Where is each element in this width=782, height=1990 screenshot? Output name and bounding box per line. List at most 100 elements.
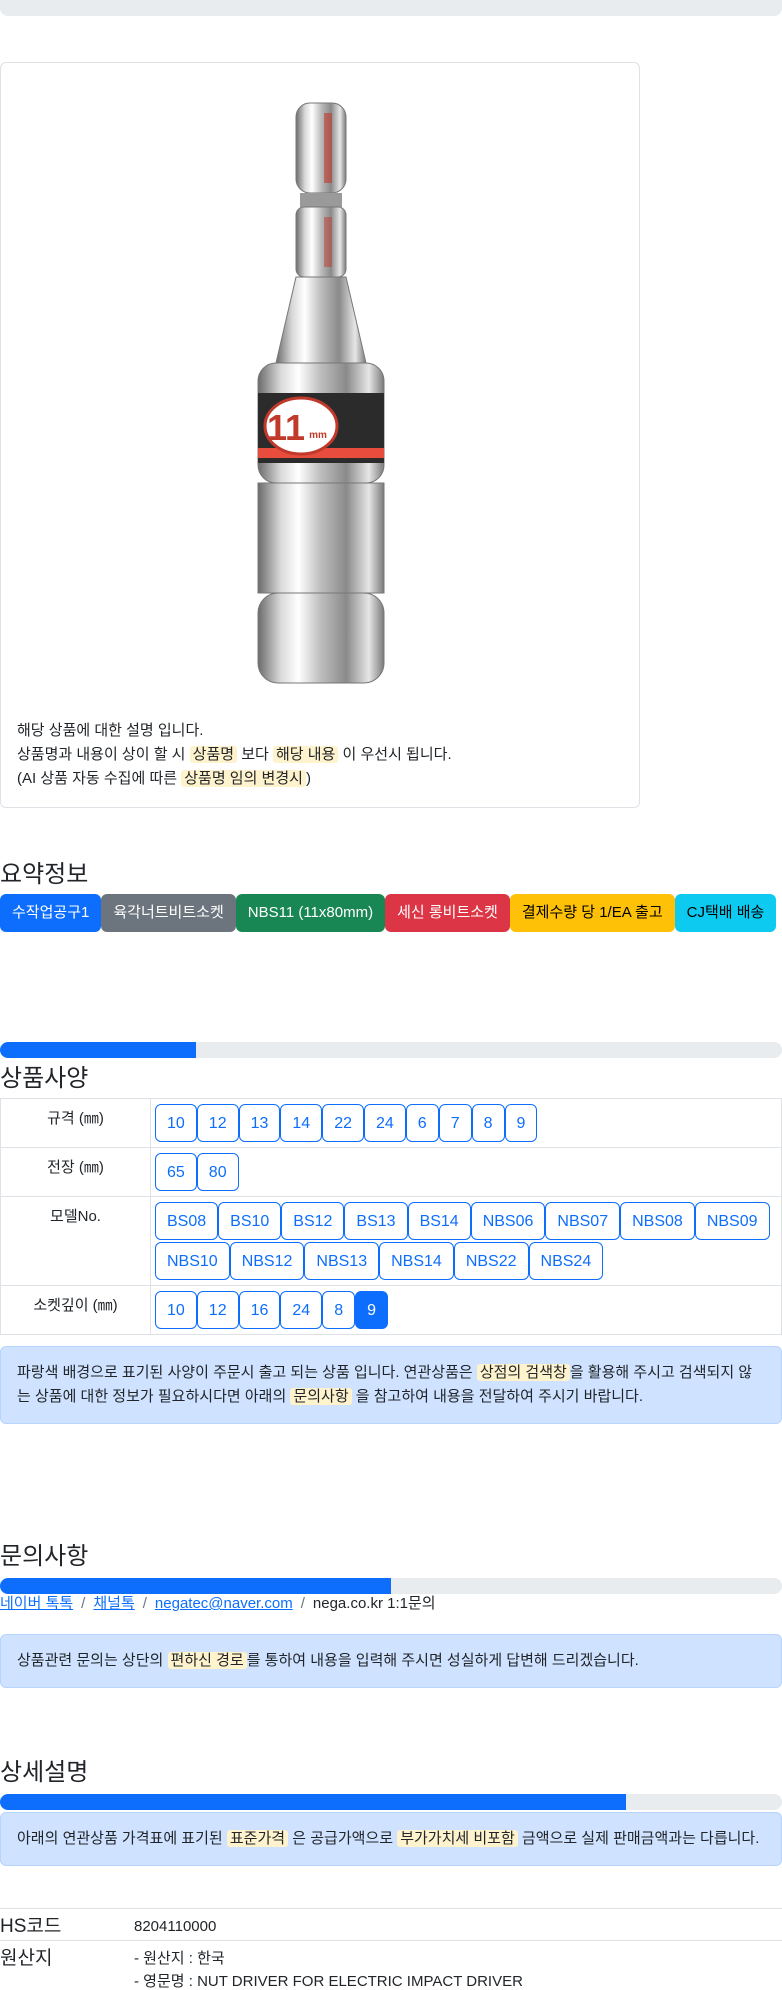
spec-option-chip[interactable]: 10 [155,1291,197,1329]
spec-progress-fill [0,1042,196,1058]
hs-code-value: 8204110000 [134,1918,217,1935]
desc-text: (AI 상품 자동 수집에 따른 [17,770,182,787]
spec-option-chip[interactable]: BS14 [407,1202,471,1240]
spec-option-chip[interactable]: 8 [471,1104,505,1142]
spec-notice: 파랑색 배경으로 표기된 사양이 주문시 출고 되는 상품 입니다. 연관상품은… [0,1346,782,1424]
badge-shipping: CJ택배 배송 [674,894,777,932]
desc-text: 이 우선시 됩니다. [338,746,452,763]
origin-line-2: - 영문명 : NUT DRIVER FOR ELECTRIC IMPACT D… [134,1973,523,1990]
summary-title: 요약정보 [0,861,89,888]
origin-line-1: - 원산지 : 한국 [134,1950,225,1967]
notice-text: 상품관련 문의는 상단의 [17,1652,168,1669]
description-line-2: 상품명과 내용이 상이 할 시 상품명 보다 해당 내용 이 우선시 됩니다. [17,743,452,767]
spec-option-chip[interactable]: NBS07 [545,1202,621,1240]
hs-code-row: HS코드 8204110000 [0,1908,782,1940]
highlight-name-change: 상품명 임의 변경시 [181,770,306,787]
link-separator: / [81,1595,86,1612]
desc-text: 상품명과 내용이 상이 할 시 [17,746,190,763]
highlight-product-name: 상품명 [189,746,238,763]
inquiry-title: 문의사항 [0,1543,89,1570]
spec-table-body: 규격 (㎜) 10 12 13 14 22 24 6 7 8 9 전장 (㎜) 65 80 모델No. BS0… [0,1098,782,1335]
detail-progress-bar [0,1794,782,1810]
spec-option-chip[interactable]: NBS22 [453,1242,529,1280]
highlight-inquiry: 문의사항 [290,1388,352,1405]
spec-option-chip[interactable]: 12 [196,1291,239,1329]
spec-option-chip[interactable]: 80 [196,1153,239,1191]
spec-option-chip[interactable]: 65 [155,1153,197,1191]
naver-talktalk-link[interactable]: 네이버 톡톡 [0,1595,73,1612]
notice-text: 을 참고하여 내용을 전달하여 주시기 바랍니다. [351,1388,643,1405]
spec-row: 전장 (㎜) 65 80 [0,1147,782,1197]
hs-code-label: HS코드 [0,1916,62,1937]
badge-model: NBS11 (11x80mm) [235,894,386,932]
spec-title: 상품사양 [0,1065,89,1092]
description-line-3: (AI 상품 자동 수집에 따른 상품명 임의 변경시) [17,767,452,791]
origin-row: 원산지 - 원산지 : 한국 - 영문명 : NUT DRIVER FOR EL… [0,1940,782,1990]
spec-options: 10 12 13 14 22 24 6 7 8 9 [150,1098,782,1148]
description-line-1: 해당 상품에 대한 설명 입니다. [17,722,204,739]
notice-text: 은 공급가액으로 [288,1830,398,1847]
spec-option-chip[interactable]: 9 [355,1291,388,1329]
spec-option-chip[interactable]: BS10 [218,1202,282,1240]
spec-option-chip[interactable]: BS12 [281,1202,345,1240]
spec-option-chip[interactable]: NBS08 [620,1202,695,1240]
badge-quantity: 결제수량 당 1/EA 출고 [509,894,675,932]
inquiry-notice: 상품관련 문의는 상단의 편하신 경로 를 통하여 내용을 입력해 주시면 성실하… [0,1634,782,1688]
link-separator: / [142,1595,147,1612]
site-inquiry-text: nega.co.kr 1:1문의 [312,1595,436,1612]
spec-option-chip[interactable]: BS13 [344,1202,408,1240]
spec-options: BS08 BS10 BS12 BS13 BS14 NBS06 NBS07 NBS08 NBS09… [150,1196,782,1286]
highlight-search: 상점의 검색창 [476,1364,570,1381]
highlight-vat: 부가가치세 비포함 [397,1830,518,1847]
spec-option-chip[interactable]: NBS13 [304,1242,380,1280]
notice-text: 를 통하여 내용을 입력해 주시면 성실하게 답변해 드리겠습니다. [246,1652,639,1669]
spec-option-chip[interactable]: NBS10 [155,1242,230,1280]
detail-title: 상세설명 [0,1759,89,1786]
spec-label: 모델No. [0,1196,151,1286]
spec-option-chip[interactable]: 24 [280,1291,323,1329]
product-card: 11 mm 해당 상품에 대한 설명 입니다. 상품명과 내용이 상이 할 시 … [0,62,640,808]
badge-type: 육각너트비트소켓 [101,894,236,932]
desc-text: 보다 [237,746,273,763]
spec-options: 10 12 16 24 8 9 [150,1285,782,1335]
spec-option-chip[interactable]: NBS14 [379,1242,454,1280]
spec-option-chip[interactable]: NBS09 [694,1202,770,1240]
spec-label: 소켓깊이 (㎜) [0,1285,151,1335]
spec-option-chip[interactable]: 13 [238,1104,281,1142]
notice-text: 아래의 연관상품 가격표에 표기된 [17,1830,227,1847]
desc-text: ) [305,770,311,787]
email-link[interactable]: negatec@naver.com [155,1595,293,1612]
spec-row: 규격 (㎜) 10 12 13 14 22 24 6 7 8 9 [0,1098,782,1148]
spec-label: 규격 (㎜) [0,1098,151,1148]
spec-option-chip[interactable]: 8 [322,1291,356,1329]
spec-option-chip[interactable]: NBS06 [470,1202,546,1240]
spec-row: 소켓깊이 (㎜) 10 12 16 24 8 9 [0,1285,782,1335]
detail-notice: 아래의 연관상품 가격표에 표기된 표준가격 은 공급가액으로 부가가치세 비포… [0,1812,782,1866]
badge-category: 수작업공구1 [0,894,102,932]
product-image: 11 mm [257,102,385,684]
spec-option-chip[interactable]: 10 [155,1104,197,1142]
highlight-content: 해당 내용 [272,746,339,763]
spec-option-chip[interactable]: 7 [438,1104,472,1142]
highlight-standard-price: 표준가격 [226,1830,289,1847]
spec-label: 전장 (㎜) [0,1147,151,1197]
origin-value: - 원산지 : 한국 - 영문명 : NUT DRIVER FOR ELECTR… [134,1947,523,1990]
origin-label: 원산지 [0,1948,53,1969]
product-image-label: 11 [267,407,305,448]
spec-option-chip[interactable]: 6 [405,1104,439,1142]
spec-row: 모델No. BS08 BS10 BS12 BS13 BS14 NBS06 NBS07 NBS08… [0,1196,782,1286]
spec-option-chip[interactable]: BS08 [155,1202,219,1240]
spec-option-chip[interactable]: 9 [504,1104,538,1142]
notice-text: 금액으로 실제 판매금액과는 다릅니다. [517,1830,760,1847]
spec-option-chip[interactable]: NBS24 [528,1242,604,1280]
summary-badges: 수작업공구1 육각너트비트소켓 NBS11 (11x80mm) 세신 롱비트소켓… [0,894,782,932]
spec-option-chip[interactable]: 16 [238,1291,281,1329]
spec-option-chip[interactable]: 14 [280,1104,323,1142]
spec-option-chip[interactable]: 12 [196,1104,239,1142]
spec-option-chip[interactable]: 22 [322,1104,364,1142]
link-separator: / [300,1595,305,1612]
spec-option-chip[interactable]: NBS12 [229,1242,305,1280]
top-progress-bar [0,0,782,16]
spec-option-chip[interactable]: 24 [363,1104,406,1142]
channeltalk-link[interactable]: 채널톡 [93,1595,134,1612]
